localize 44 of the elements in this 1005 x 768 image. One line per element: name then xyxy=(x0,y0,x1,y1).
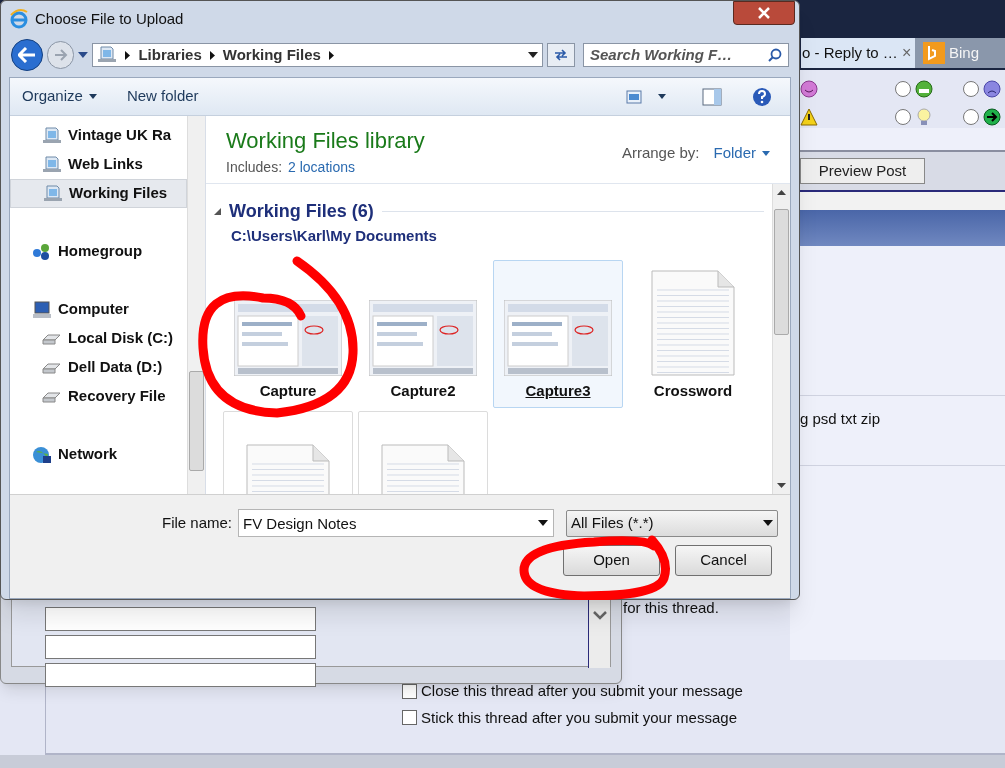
dialog-button[interactable]: Cancel xyxy=(675,545,772,576)
search-field[interactable]: Search Working F… xyxy=(583,43,789,67)
nav-item[interactable]: Web Links xyxy=(10,150,187,179)
tab-label: o - Reply to … xyxy=(802,42,898,63)
file-name: Capture2 xyxy=(390,381,456,401)
file-name-field[interactable]: FV Design Notes xyxy=(238,509,554,537)
checkbox-label: Close this thread after you submit your message xyxy=(421,681,743,701)
toolbar-button[interactable]: Organize xyxy=(22,85,97,108)
group-path: C:\Users\Karl\My Documents xyxy=(230,226,438,246)
tab-close-button[interactable]: × xyxy=(901,41,912,65)
window-title: Choose File to Upload xyxy=(35,8,184,29)
browser-tab[interactable]: o - Reply to … × xyxy=(801,38,915,68)
arrange-dropdown[interactable]: Folder xyxy=(713,142,770,165)
library-title: Working Files library xyxy=(226,127,426,155)
tab-label: Bing xyxy=(949,42,980,63)
file-name: Capture3 xyxy=(525,381,591,401)
nav-item[interactable]: Dell Data (D:) xyxy=(10,353,187,382)
arrange-label: Arrange by: xyxy=(621,143,700,163)
file-item[interactable]: Capture3 xyxy=(493,259,623,408)
nav-item[interactable]: Local Disk (C:) xyxy=(10,324,187,353)
file-item[interactable]: Capture2 xyxy=(358,259,488,408)
preview-post-button[interactable]: Preview Post xyxy=(800,158,925,184)
file-type-dropdown[interactable]: All Files (*.*) xyxy=(566,509,778,537)
file-name-label: File name: xyxy=(161,512,232,533)
nav-item[interactable]: Recovery File xyxy=(10,382,187,411)
nav-item[interactable]: Working Files xyxy=(10,179,187,208)
nav-item[interactable]: Homegroup xyxy=(10,237,187,266)
dialog-button[interactable]: Open xyxy=(563,545,660,576)
checkbox-label: Stick this thread after you submit your message xyxy=(421,707,737,728)
nav-item[interactable]: Computer xyxy=(10,295,187,324)
file-name: Capture xyxy=(259,381,317,401)
includes-label: Includes: xyxy=(226,158,283,177)
group-title: Working Files (6) xyxy=(229,200,374,223)
nav-item[interactable]: Vintage UK Ra xyxy=(10,121,187,150)
toolbar-button[interactable]: New folder xyxy=(126,85,199,108)
breadcrumb-item[interactable]: Libraries xyxy=(138,43,202,67)
file-item[interactable]: Capture xyxy=(223,259,353,408)
breadcrumb-item[interactable]: Working Files xyxy=(222,43,321,67)
file-name: Crossword xyxy=(653,381,733,401)
thread-text: for this thread. xyxy=(623,598,719,618)
file-item[interactable]: Crossword xyxy=(628,259,758,408)
locations-link[interactable]: 2 locations xyxy=(288,157,355,178)
address-bar[interactable]: Libraries Working Files xyxy=(92,43,544,67)
nav-item[interactable]: Network xyxy=(10,440,187,469)
